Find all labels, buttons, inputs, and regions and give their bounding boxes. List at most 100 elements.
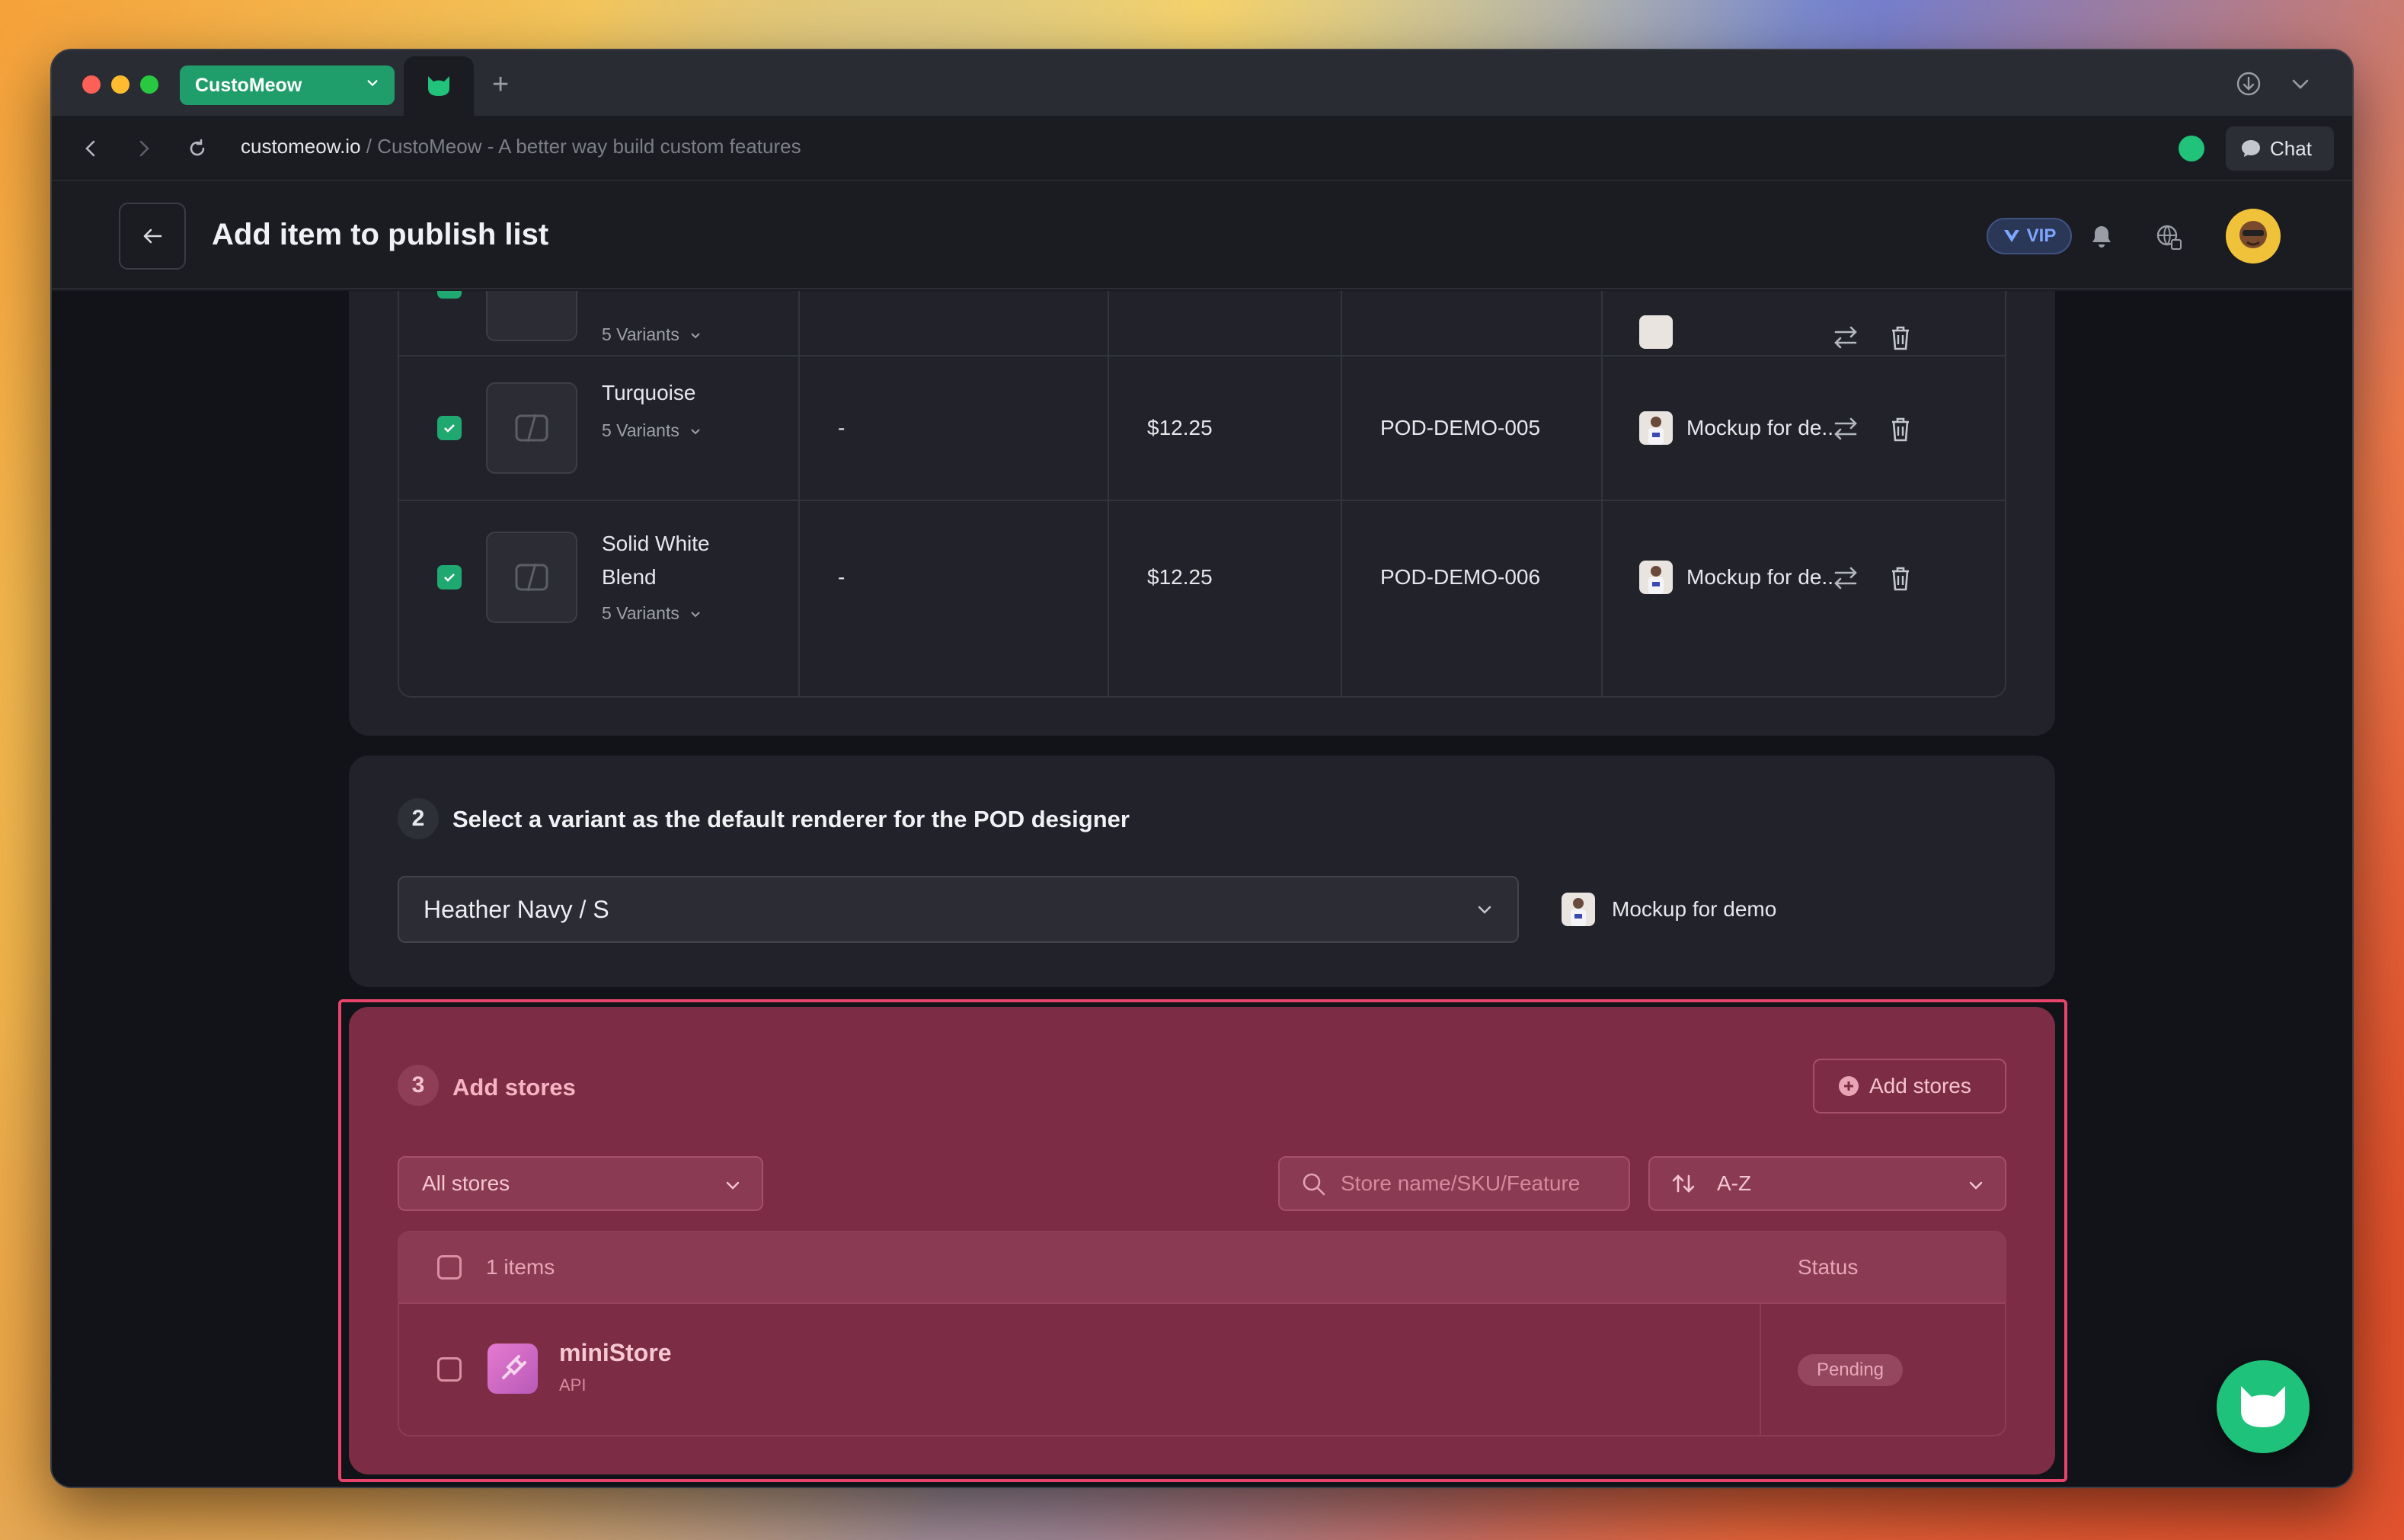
chevron-down-icon	[691, 428, 700, 434]
mockup-name: Mockup for de...	[1686, 416, 1840, 439]
row-checkbox[interactable]	[437, 1357, 462, 1382]
add-stores-section: 3 Add stores Add stores All stores Store…	[349, 1007, 2055, 1475]
variants-label: 5 Variants	[602, 603, 679, 623]
add-stores-label: Add stores	[1869, 1074, 1971, 1097]
store-logo	[488, 1344, 538, 1394]
product-thumbnail	[486, 291, 577, 341]
mockup-thumbnail	[1639, 315, 1673, 349]
forward-arrow-icon[interactable]	[131, 136, 157, 161]
back-button[interactable]	[119, 203, 186, 270]
search-placeholder: Store name/SKU/Feature	[1341, 1171, 1581, 1195]
sort-select[interactable]: A-Z	[1648, 1156, 2006, 1211]
user-avatar[interactable]	[2226, 209, 2281, 264]
row-checkbox[interactable]	[437, 565, 462, 589]
variants-toggle[interactable]: 5 Variants	[602, 603, 702, 624]
product-thumbnail	[486, 382, 577, 474]
step-title: Select a variant as the default renderer…	[452, 806, 1130, 832]
bell-icon[interactable]	[2087, 222, 2116, 251]
sku: POD-DEMO-006	[1380, 565, 1541, 589]
swap-icon[interactable]	[1830, 562, 1862, 594]
url-page-title: / CustoMeow - A better way build custom …	[360, 135, 801, 158]
row-checkbox[interactable]	[437, 291, 462, 299]
variant-name: Turquoise	[602, 381, 696, 404]
vip-badge[interactable]: VIP	[1987, 218, 2072, 254]
mockup-person-icon	[1648, 417, 1664, 445]
vip-v-icon	[2003, 230, 2019, 242]
chat-button[interactable]: Chat	[2226, 126, 2334, 171]
default-variant-select[interactable]: Heather Navy / S	[398, 876, 1519, 943]
row-checkbox[interactable]	[437, 416, 462, 440]
plus-circle-icon	[1839, 1076, 1859, 1096]
variants-table: 5 Variants Turquoise 5 Variants - $12.25…	[398, 291, 2006, 698]
mockup-thumbnail	[1562, 893, 1595, 926]
table-row: 5 Variants	[399, 291, 2005, 355]
step-number: 2	[398, 798, 439, 839]
compare-price: -	[838, 565, 846, 589]
back-arrow-icon[interactable]	[78, 136, 104, 161]
chevron-down-icon	[691, 332, 700, 338]
cat-logo-icon	[2241, 1386, 2285, 1427]
store-name: miniStore	[559, 1339, 672, 1366]
variants-label: 5 Variants	[602, 324, 679, 344]
mockup-name: Mockup for de...	[1686, 565, 1840, 589]
chat-bubble-icon	[2242, 140, 2260, 157]
chevron-down-icon	[367, 80, 378, 86]
reload-icon[interactable]	[184, 136, 210, 161]
chat-support-button[interactable]	[2217, 1360, 2310, 1453]
variants-toggle[interactable]: 5 Variants	[602, 420, 702, 441]
select-all-checkbox[interactable]	[437, 1255, 462, 1280]
chevron-down-icon[interactable]	[2287, 70, 2314, 97]
address-bar: customeow.io / CustoMeow - A better way …	[52, 116, 2352, 181]
table-row: miniStore API Pending	[399, 1304, 2005, 1435]
store-type: API	[559, 1375, 587, 1395]
avatar-face-icon	[2239, 221, 2267, 248]
tab-customeow[interactable]	[404, 56, 474, 116]
variants-label: 5 Variants	[602, 420, 679, 440]
sort-value: A-Z	[1717, 1171, 1752, 1195]
trash-icon[interactable]	[1885, 321, 1916, 353]
product-thumbnail	[486, 532, 577, 623]
close-window-button[interactable]	[82, 75, 101, 94]
step-title: Add stores	[452, 1074, 576, 1101]
mockup-person-icon	[1571, 898, 1586, 926]
sort-arrows-icon	[1672, 1174, 1695, 1193]
status-badge: Pending	[1798, 1354, 1903, 1386]
table-row: Solid White Blend 5 Variants - $12.25 PO…	[399, 500, 2005, 652]
extension-icon[interactable]	[2179, 136, 2204, 161]
new-tab-button[interactable]: +	[492, 70, 509, 99]
variants-section: 5 Variants Turquoise 5 Variants - $12.25…	[349, 291, 2055, 736]
variants-toggle[interactable]: 5 Variants	[602, 324, 702, 345]
url-field[interactable]: customeow.io / CustoMeow - A better way …	[241, 135, 801, 158]
check-icon	[442, 291, 457, 294]
browser-titlebar: CustoMeow +	[52, 50, 2352, 116]
mockup-thumbnail	[1639, 561, 1673, 594]
store-filter-value: All stores	[422, 1171, 510, 1195]
minimize-window-button[interactable]	[111, 75, 129, 94]
language-globe-icon[interactable]	[2154, 222, 2183, 251]
chevron-down-icon	[691, 611, 700, 617]
swap-icon[interactable]	[1830, 321, 1862, 353]
chat-label: Chat	[2270, 136, 2312, 160]
store-search-input[interactable]: Store name/SKU/Feature	[1278, 1156, 1630, 1211]
store-filter-select[interactable]: All stores	[398, 1156, 763, 1211]
add-stores-button[interactable]: Add stores	[1813, 1059, 2006, 1113]
trash-icon[interactable]	[1885, 413, 1916, 445]
workspace-switcher[interactable]: CustoMeow	[180, 65, 395, 105]
chevron-down-icon	[1478, 906, 1491, 914]
chevron-down-icon	[1969, 1181, 1983, 1190]
no-image-icon	[515, 414, 548, 443]
app-header: Add item to publish list VIP	[52, 183, 2352, 289]
url-domain: customeow.io	[241, 135, 361, 158]
price: $12.25	[1147, 416, 1213, 439]
download-icon[interactable]	[2235, 70, 2262, 97]
zoom-window-button[interactable]	[140, 75, 158, 94]
arrow-left-icon	[143, 228, 162, 244]
selected-variant: Heather Navy / S	[424, 895, 609, 923]
mockup-thumbnail	[1639, 411, 1673, 445]
swap-icon[interactable]	[1830, 413, 1862, 445]
check-icon	[444, 574, 455, 582]
trash-icon[interactable]	[1885, 562, 1916, 594]
compare-price: -	[838, 416, 846, 439]
chevron-down-icon	[726, 1181, 740, 1190]
mockup-label: Mockup for demo	[1612, 897, 1777, 921]
